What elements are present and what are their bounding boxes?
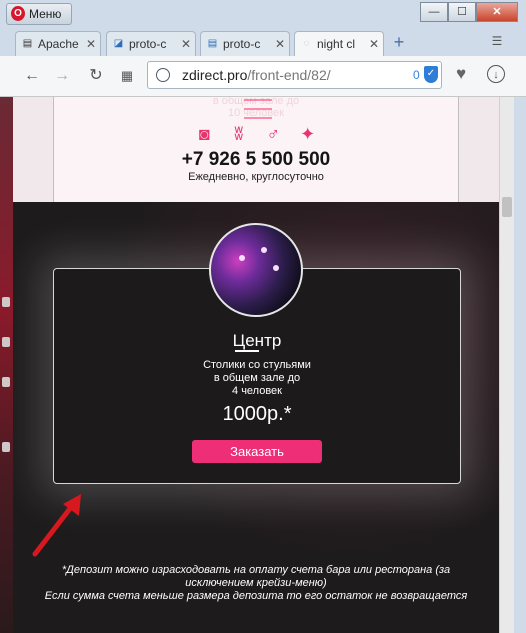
window-controls: — ☐ ✕ xyxy=(420,2,518,22)
contact-card: в общем зале до 10 человек ◙ ʬ ♂ ✦ +7 92… xyxy=(53,97,459,207)
tab-label: night cl xyxy=(317,37,356,51)
footnote-line: исключением крейзи-меню) xyxy=(185,577,327,589)
tab-menu-icon[interactable]: ☰ xyxy=(489,34,505,50)
tab-strip: ▤ Apache ✕ ◪ proto-c ✕ ▤ proto-c ✕ ◌ nig… xyxy=(0,28,526,57)
close-tab-icon[interactable]: ✕ xyxy=(369,32,379,56)
opera-menu-button[interactable]: O Меню xyxy=(6,3,73,25)
card-price: 1000р.* xyxy=(222,403,292,425)
new-tab-button[interactable]: + xyxy=(390,32,408,52)
desc-line: в общем зале до xyxy=(213,372,301,384)
close-window-button[interactable]: ✕ xyxy=(476,2,518,22)
page-icon: ▤ xyxy=(22,38,33,49)
photo-light xyxy=(273,265,279,271)
footnote-line: *Депозит можно израсходовать на оплату с… xyxy=(61,564,451,576)
red-arrow-annotation xyxy=(32,494,81,557)
decor xyxy=(2,297,10,307)
tab-proto-2[interactable]: ▤ proto-c ✕ xyxy=(200,31,290,56)
decor xyxy=(2,442,10,452)
phone-number[interactable]: +7 926 5 500 500 xyxy=(54,149,458,171)
page-viewport: в общем зале до 10 человек ◙ ʬ ♂ ✦ +7 92… xyxy=(13,97,499,633)
forward-icon[interactable]: → xyxy=(52,66,72,86)
desc-line: 4 человек xyxy=(232,385,282,397)
minimize-button[interactable]: — xyxy=(420,2,448,22)
footnote-line: Если сумма счета меньше размера депозита… xyxy=(44,590,468,602)
tab-apache[interactable]: ▤ Apache ✕ xyxy=(15,31,101,56)
page-icon: ▤ xyxy=(207,38,218,49)
speed-dial-icon[interactable]: ▦ xyxy=(117,66,137,86)
twitter-icon[interactable]: ✦ xyxy=(297,123,319,145)
url-field[interactable]: zdirect.pro/front-end/82/ 0 ✓ xyxy=(147,61,442,89)
close-tab-icon[interactable]: ✕ xyxy=(275,32,285,56)
url-host: zdirect.pro xyxy=(182,67,248,83)
decor xyxy=(2,377,10,387)
order-button[interactable]: Заказать xyxy=(192,440,322,463)
tab-night-club[interactable]: ◌ night cl ✕ xyxy=(294,31,384,56)
card-description: Столики со стульями в общем зале до 4 че… xyxy=(54,359,460,398)
tab-label: proto-c xyxy=(129,37,167,51)
vk-icon[interactable]: ʬ xyxy=(228,123,250,145)
page-scrollbar[interactable] xyxy=(499,97,515,633)
page-icon: ◌ xyxy=(303,38,310,49)
title-underline xyxy=(235,350,259,352)
social-links: ◙ ʬ ♂ ✦ xyxy=(54,123,458,145)
background-strip xyxy=(0,97,13,633)
photo-light xyxy=(239,255,245,261)
adblock-shield-icon[interactable]: ✓ xyxy=(424,66,438,83)
address-bar: ← → ↻ ▦ zdirect.pro/front-end/82/ 0 ✓ ♥ … xyxy=(0,56,526,97)
desc-line: Столики со стульями xyxy=(203,359,311,371)
security-icon xyxy=(156,68,170,82)
photo-light xyxy=(261,247,267,253)
adblock-count: 0 xyxy=(413,68,420,82)
decor xyxy=(2,337,10,347)
close-tab-icon[interactable]: ✕ xyxy=(86,32,96,56)
menu-label: Меню xyxy=(29,7,62,21)
opera-logo-icon: O xyxy=(11,6,25,21)
window-border xyxy=(514,97,526,633)
window-titlebar: O Меню — ☐ ✕ xyxy=(0,0,526,28)
hamburger-menu-icon[interactable] xyxy=(244,99,272,126)
tab-label: Apache xyxy=(38,37,79,51)
bookmark-heart-icon[interactable]: ♥ xyxy=(451,64,471,84)
reload-icon[interactable]: ↻ xyxy=(86,66,106,86)
odnoklassniki-icon[interactable]: ♂ xyxy=(262,123,284,145)
tab-label: proto-c xyxy=(223,37,261,51)
download-icon[interactable]: ↓ xyxy=(487,65,505,83)
club-photo xyxy=(209,223,303,317)
proto-icon: ◪ xyxy=(113,38,124,49)
instagram-icon[interactable]: ◙ xyxy=(193,123,215,145)
deposit-footnote: *Депозит можно израсходовать на оплату с… xyxy=(13,564,499,603)
working-hours: Ежедневно, круглосуточно xyxy=(188,171,324,183)
url-path: /front-end/82/ xyxy=(247,67,331,83)
card-title: Центр xyxy=(232,331,282,350)
back-icon[interactable]: ← xyxy=(22,66,42,86)
maximize-button[interactable]: ☐ xyxy=(448,2,476,22)
url-text[interactable]: zdirect.pro/front-end/82/ xyxy=(182,67,331,83)
close-tab-icon[interactable]: ✕ xyxy=(181,32,191,56)
tab-proto-1[interactable]: ◪ proto-c ✕ xyxy=(106,31,196,56)
scrollbar-thumb[interactable] xyxy=(502,197,512,217)
